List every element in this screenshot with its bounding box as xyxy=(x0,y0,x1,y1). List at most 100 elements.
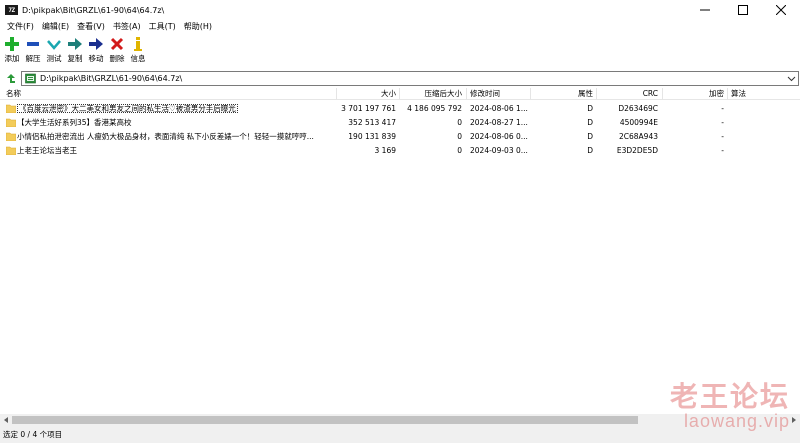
toolbar: 添加 解压 测试 复制 移动 删除 信息 xyxy=(0,35,800,67)
folder-icon xyxy=(6,104,16,113)
up-arrow-icon xyxy=(7,73,15,83)
menu-bar: 文件(F) 编辑(E) 查看(V) 书签(A) 工具(T) 帮助(H) xyxy=(0,20,800,34)
column-header-name[interactable]: 名称 xyxy=(6,88,21,100)
column-header-modified[interactable]: 修改时间 xyxy=(470,88,500,100)
file-name: 小情侣私拍泄密流出 人瘦奶大极品身材，表面清纯 私下小反差婊一个！轻轻一摸就哼哼… xyxy=(17,132,314,141)
file-crc: 2C68A943 xyxy=(619,132,658,141)
chevron-left-icon xyxy=(4,417,8,423)
file-row[interactable]: 《百度云泄密》大二美女和男友之间的私生活♡被渣男分手后曝光 3 701 197 … xyxy=(0,102,800,115)
app-7zip-icon: 7Z xyxy=(5,5,18,15)
minus-icon xyxy=(27,42,39,46)
file-packed-size: 4 186 095 792 xyxy=(407,104,462,113)
move-label: 移动 xyxy=(88,54,104,63)
file-modified: 2024-08-06 0... xyxy=(470,132,528,141)
file-list: 名称 大小 压缩后大小 修改时间 属性 CRC 加密 算法 《百度云泄密》大二美… xyxy=(0,88,800,414)
folder-icon xyxy=(6,118,16,127)
menu-edit[interactable]: 编辑(E) xyxy=(38,20,73,34)
column-separator[interactable] xyxy=(662,88,663,100)
file-size: 3 169 xyxy=(374,146,396,155)
scrollbar-thumb[interactable] xyxy=(12,416,638,424)
close-button[interactable] xyxy=(762,0,800,20)
chevron-right-icon xyxy=(792,417,796,423)
menu-tools[interactable]: 工具(T) xyxy=(145,20,180,34)
menu-view[interactable]: 查看(V) xyxy=(73,20,109,34)
file-crc: 4500994E xyxy=(619,118,658,127)
file-row[interactable]: 【大学生活好系列35】香港某高校 352 513 417 0 2024-08-2… xyxy=(0,116,800,129)
file-row[interactable]: 上老王论坛当老王 3 169 0 2024-09-03 0... D E3D2D… xyxy=(0,144,800,157)
window-title: D:\pikpak\Bit\GRZL\61-90\64\64.7z\ xyxy=(22,5,165,15)
delete-button[interactable]: 删除 xyxy=(107,35,127,67)
folder-icon xyxy=(6,132,16,141)
menu-file[interactable]: 文件(F) xyxy=(3,20,38,34)
column-separator[interactable] xyxy=(530,88,531,100)
file-packed-size: 0 xyxy=(457,118,462,127)
file-modified: 2024-09-03 0... xyxy=(470,146,528,155)
maximize-icon xyxy=(738,5,748,15)
column-header-method[interactable]: 算法 xyxy=(731,88,746,100)
scroll-left-button[interactable] xyxy=(0,414,12,426)
menu-favorites[interactable]: 书签(A) xyxy=(109,20,145,34)
file-size: 352 513 417 xyxy=(348,118,396,127)
selection-status: 选定 0 / 4 个项目 xyxy=(3,430,63,439)
file-encrypted: - xyxy=(721,132,724,141)
file-modified: 2024-08-27 1... xyxy=(470,118,528,127)
column-header-crc[interactable]: CRC xyxy=(598,88,658,100)
info-button[interactable]: 信息 xyxy=(128,35,148,67)
copy-arrow-icon xyxy=(68,38,82,50)
file-attributes: D xyxy=(587,104,593,113)
file-name: 《百度云泄密》大二美女和男友之间的私生活♡被渣男分手后曝光 xyxy=(17,104,238,113)
delete-x-icon xyxy=(110,37,124,51)
info-label: 信息 xyxy=(130,54,146,63)
file-size: 190 131 839 xyxy=(348,132,396,141)
file-modified: 2024-08-06 1... xyxy=(470,104,528,113)
test-label: 测试 xyxy=(46,54,62,63)
file-name: 【大学生活好系列35】香港某高校 xyxy=(17,118,132,127)
column-separator[interactable] xyxy=(596,88,597,100)
file-crc: E3D2DE5D xyxy=(616,146,658,155)
copy-button[interactable]: 复制 xyxy=(65,35,85,67)
file-encrypted: - xyxy=(721,104,724,113)
menu-help[interactable]: 帮助(H) xyxy=(180,20,216,34)
file-encrypted: - xyxy=(721,146,724,155)
address-path: D:\pikpak\Bit\GRZL\61-90\64\64.7z\ xyxy=(40,74,183,83)
column-header-packed[interactable]: 压缩后大小 xyxy=(401,88,463,100)
title-bar: 7Z D:\pikpak\Bit\GRZL\61-90\64\64.7z\ xyxy=(0,0,800,20)
file-attributes: D xyxy=(587,132,593,141)
column-separator[interactable] xyxy=(727,88,728,100)
file-size: 3 701 197 761 xyxy=(341,104,396,113)
file-row[interactable]: 小情侣私拍泄密流出 人瘦奶大极品身材，表面清纯 私下小反差婊一个！轻轻一摸就哼哼… xyxy=(0,130,800,143)
test-button[interactable]: 测试 xyxy=(44,35,64,67)
file-attributes: D xyxy=(587,146,593,155)
maximize-button[interactable] xyxy=(724,0,762,20)
column-separator[interactable] xyxy=(399,88,400,100)
move-button[interactable]: 移动 xyxy=(86,35,106,67)
column-separator[interactable] xyxy=(336,88,337,100)
delete-label: 删除 xyxy=(109,54,125,63)
file-encrypted: - xyxy=(721,118,724,127)
column-separator[interactable] xyxy=(466,88,467,100)
column-header-attributes[interactable]: 属性 xyxy=(532,88,593,100)
horizontal-scrollbar[interactable] xyxy=(0,414,800,426)
status-bar: 选定 0 / 4 个项目 xyxy=(0,426,800,443)
file-crc: D263469C xyxy=(618,104,658,113)
file-packed-size: 0 xyxy=(457,132,462,141)
column-header-encrypted[interactable]: 加密 xyxy=(664,88,724,100)
address-bar: D:\pikpak\Bit\GRZL\61-90\64\64.7z\ xyxy=(0,70,800,87)
extract-button[interactable]: 解压 xyxy=(23,35,43,67)
minimize-button[interactable] xyxy=(686,0,724,20)
folder-icon xyxy=(6,146,16,155)
archive-icon xyxy=(25,73,36,84)
extract-label: 解压 xyxy=(25,54,41,63)
list-header: 名称 大小 压缩后大小 修改时间 属性 CRC 加密 算法 xyxy=(0,88,800,100)
file-packed-size: 0 xyxy=(457,146,462,155)
minimize-icon xyxy=(700,9,710,11)
address-field[interactable]: D:\pikpak\Bit\GRZL\61-90\64\64.7z\ xyxy=(21,71,799,86)
add-button[interactable]: 添加 xyxy=(2,35,22,67)
scroll-right-button[interactable] xyxy=(788,414,800,426)
column-header-size[interactable]: 大小 xyxy=(338,88,396,100)
check-icon xyxy=(47,40,61,50)
up-folder-button[interactable] xyxy=(2,71,18,87)
move-arrow-icon xyxy=(89,38,103,50)
chevron-down-icon[interactable] xyxy=(787,74,796,83)
file-attributes: D xyxy=(587,118,593,127)
